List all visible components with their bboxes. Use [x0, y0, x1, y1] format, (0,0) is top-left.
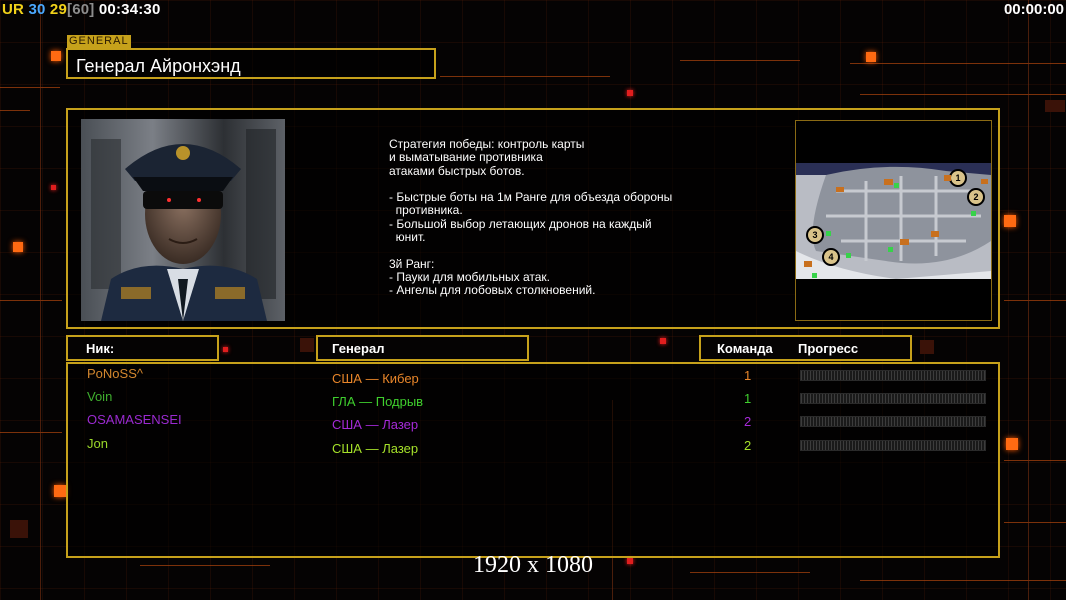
player-row: Jon США — Лазер 2	[68, 436, 998, 458]
player-team: 1	[744, 391, 752, 406]
player-row: PoNoSS^ США — Кибер 1	[68, 366, 998, 388]
player-nick: Jon	[87, 436, 108, 451]
hud-value-1: 30	[28, 1, 46, 18]
player-general: США — Лазер	[332, 441, 419, 456]
player-progress-bar	[800, 370, 986, 381]
general-title-box: Генерал Айронхэнд	[66, 48, 436, 79]
player-nick: OSAMASENSEI	[87, 412, 182, 427]
minimap: 1 2 3 4	[795, 120, 992, 321]
player-team: 2	[744, 438, 752, 453]
resolution-label: 1920 x 1080	[473, 552, 593, 578]
hud-value-2: 29	[49, 1, 68, 18]
header-team-progress: Команда Прогресс	[699, 335, 912, 361]
player-progress-bar	[800, 416, 986, 427]
map-spawn-3: 3	[812, 230, 817, 240]
hud-stats: UR 30 29[60] 00:34:30	[2, 1, 161, 18]
player-general: США — Кибер	[332, 371, 419, 386]
player-list: PoNoSS^ США — Кибер 1 Voin ГЛА — Подрыв …	[66, 362, 1000, 558]
general-description: Стратегия победы: контроль карты и вымат…	[389, 137, 673, 298]
header-nick-label: Ник:	[86, 341, 115, 356]
general-info-panel: Стратегия победы: контроль карты и вымат…	[66, 108, 1000, 329]
player-progress-bar	[800, 393, 986, 404]
map-spawn-1: 1	[955, 173, 960, 183]
hud-clock-right: 00:00:00	[1003, 1, 1064, 18]
player-team: 1	[744, 368, 752, 383]
hud-value-3: [60]	[67, 1, 95, 18]
player-row: OSAMASENSEI США — Лазер 2	[68, 412, 998, 434]
player-progress-bar	[800, 440, 986, 451]
header-progress-label: Прогресс	[798, 341, 859, 356]
player-nick: PoNoSS^	[87, 366, 143, 381]
player-row: Voin ГЛА — Подрыв 1	[68, 389, 998, 411]
header-general-label: Генерал	[332, 341, 385, 356]
hud-clock-left: 00:34:30	[98, 1, 161, 18]
general-tag: GENERAL	[67, 35, 131, 48]
player-general: ГЛА — Подрыв	[332, 394, 424, 409]
header-general: Генерал	[316, 335, 529, 361]
header-nick: Ник:	[66, 335, 219, 361]
map-spawn-2: 2	[973, 192, 978, 202]
player-general: США — Лазер	[332, 417, 419, 432]
player-team: 2	[744, 414, 752, 429]
player-nick: Voin	[87, 389, 113, 404]
header-team-label: Команда	[717, 341, 773, 356]
hud-ur: UR	[2, 1, 25, 18]
general-portrait	[81, 119, 285, 321]
general-name: Генерал Айронхэнд	[76, 56, 241, 76]
map-spawn-4: 4	[828, 252, 833, 262]
